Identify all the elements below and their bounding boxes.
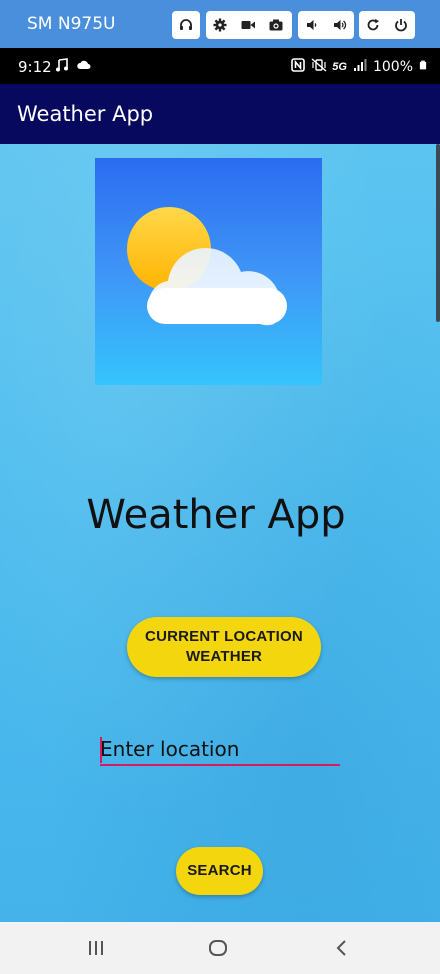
current-location-weather-button[interactable]: CURRENT LOCATION WEATHER	[127, 617, 321, 677]
volume-up-icon[interactable]	[326, 11, 354, 39]
page-title: Weather App	[86, 492, 346, 538]
back-icon[interactable]	[330, 936, 354, 960]
status-bar: 9:12 5G 100%	[0, 48, 440, 84]
device-name: SM N975U	[27, 14, 116, 34]
search-button[interactable]: SEARCH	[176, 847, 263, 895]
location-field[interactable]	[100, 734, 340, 768]
nfc-icon	[290, 57, 306, 76]
navigation-bar	[0, 922, 440, 974]
emulator-toolbar: SM N975U	[0, 0, 440, 48]
rotate-icon[interactable]	[359, 11, 387, 39]
text-caret	[100, 737, 102, 763]
current-location-weather-label: CURRENT LOCATION WEATHER	[145, 628, 303, 665]
weather-logo	[95, 158, 322, 385]
cloud-icon	[76, 57, 92, 78]
main-content[interactable]: Weather App CURRENT LOCATION WEATHER SEA…	[0, 144, 440, 922]
status-right-icons: 5G 100%	[290, 57, 428, 76]
location-input[interactable]	[100, 734, 340, 766]
volume-group	[298, 11, 354, 39]
scrollbar[interactable]	[436, 144, 440, 322]
device-group	[359, 11, 415, 39]
headphones-icon[interactable]	[172, 11, 200, 39]
status-time: 9:12	[18, 58, 52, 76]
music-note-icon	[54, 57, 70, 78]
battery-icon	[418, 57, 428, 76]
capture-group	[206, 11, 292, 39]
sun-cloud-icon	[127, 207, 287, 326]
home-icon[interactable]	[206, 936, 230, 960]
vibrate-mute-icon	[311, 57, 327, 76]
audio-group	[172, 11, 200, 39]
video-icon[interactable]	[234, 11, 262, 39]
battery-percent: 100%	[372, 58, 413, 75]
network-label: 5G	[332, 60, 347, 73]
recent-apps-icon[interactable]	[84, 936, 108, 960]
camera-icon[interactable]	[262, 11, 290, 39]
app-bar: Weather App	[0, 84, 440, 144]
power-icon[interactable]	[387, 11, 415, 39]
signal-icon	[352, 57, 368, 76]
volume-down-icon[interactable]	[298, 11, 326, 39]
status-notification-icons	[54, 57, 92, 78]
settings-icon[interactable]	[206, 11, 234, 39]
app-bar-title: Weather App	[17, 102, 154, 126]
